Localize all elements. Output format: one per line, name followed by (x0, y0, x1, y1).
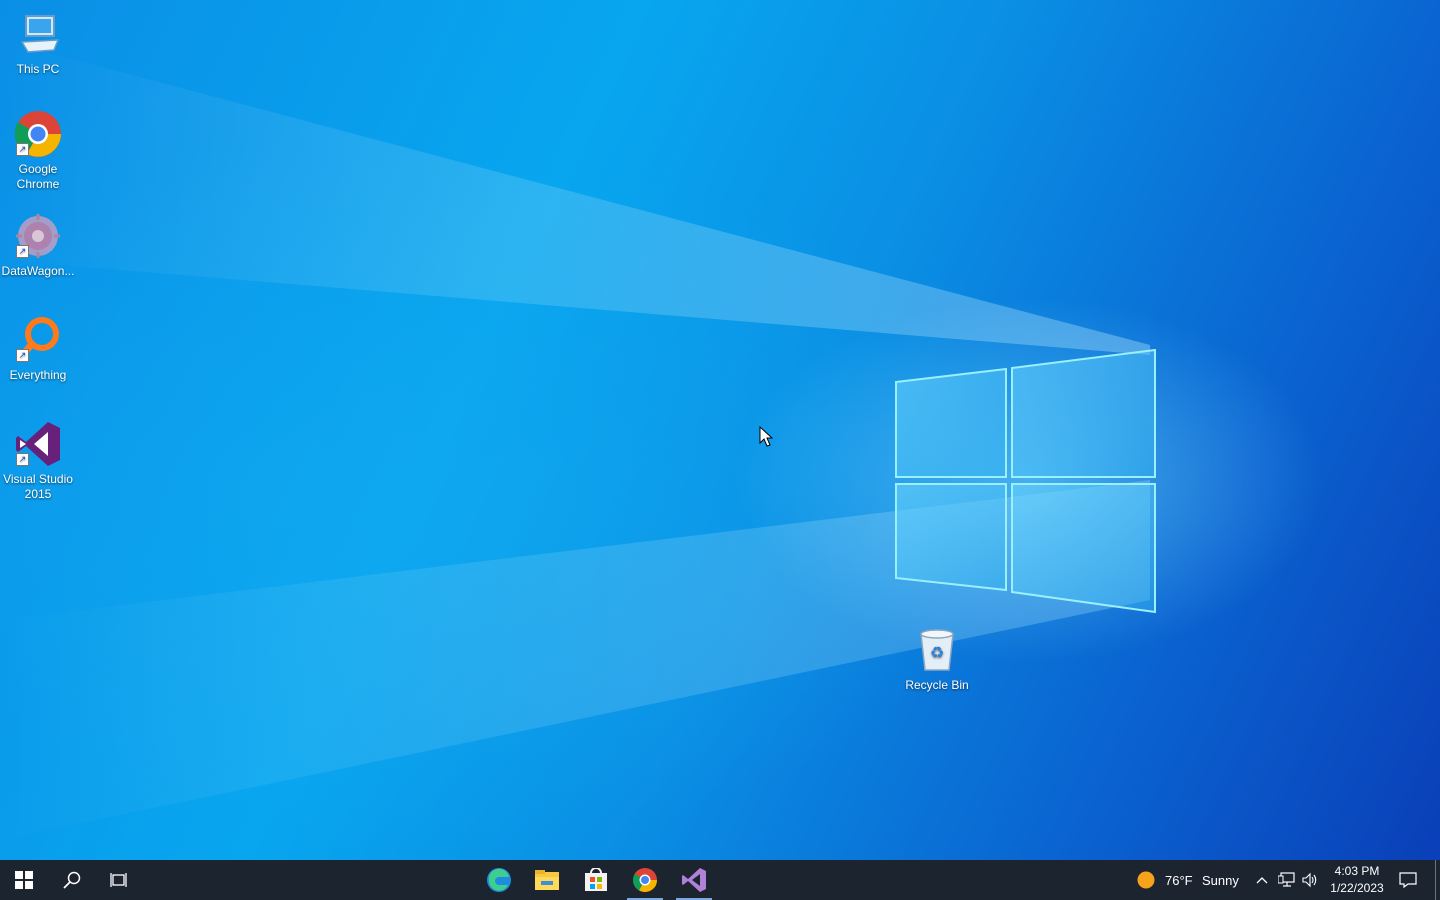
shortcut-arrow-icon: ↗ (16, 453, 29, 466)
windows-start-icon (15, 871, 33, 889)
desktop-icon-datawagon[interactable]: ↗ DataWagon... (0, 212, 76, 279)
taskbar-visual-studio[interactable] (670, 860, 718, 900)
shortcut-arrow-icon: ↗ (16, 245, 29, 258)
taskbar: 76°F Sunny 4:03 PM 1/22/2023 (0, 860, 1440, 900)
action-center-button[interactable] (1392, 860, 1424, 900)
desktop-icon-label: Everything (9, 368, 67, 382)
task-view-icon (110, 873, 127, 887)
volume-button[interactable] (1300, 860, 1320, 900)
chrome-icon: ↗ (14, 110, 62, 158)
volume-icon (1302, 872, 1317, 888)
desktop-icon-label: Google Chrome (16, 162, 60, 191)
desktop-icon-visual-studio[interactable]: ↗ Visual Studio 2015 (0, 420, 76, 502)
show-desktop-button[interactable] (1435, 860, 1440, 900)
network-button[interactable] (1276, 860, 1298, 900)
file-explorer-icon (535, 870, 559, 890)
taskbar-file-explorer[interactable] (523, 860, 571, 900)
desktop-icon-label: DataWagon... (1, 264, 75, 278)
datawagon-icon: ↗ (14, 212, 62, 260)
taskbar-microsoft-store[interactable] (572, 860, 620, 900)
visual-studio-icon (682, 868, 706, 892)
search-button[interactable] (48, 860, 96, 900)
desktop-icon-label: This PC (16, 62, 60, 76)
network-icon (1278, 872, 1295, 887)
clock-time: 4:03 PM (1334, 864, 1380, 878)
desktop-icon-everything[interactable]: ↗ Everything (0, 316, 76, 383)
show-hidden-icons-button[interactable] (1252, 860, 1272, 900)
visual-studio-icon: ↗ (14, 420, 62, 468)
svg-text:♻: ♻ (930, 643, 944, 662)
desktop-icon-recycle-bin[interactable]: ♻ Recycle Bin (899, 626, 975, 693)
weather-condition[interactable]: Sunny (1202, 860, 1239, 900)
sun-icon (1137, 871, 1155, 889)
clock-date: 1/22/2023 (1330, 881, 1384, 895)
task-view-button[interactable] (96, 860, 144, 900)
chevron-up-icon (1256, 877, 1268, 884)
wallpaper-light-beams (0, 40, 1156, 840)
weather-temperature[interactable]: 76°F (1165, 860, 1193, 900)
weather-widget-icon[interactable] (1134, 860, 1158, 900)
taskbar-clock[interactable]: 4:03 PM 1/22/2023 (1326, 863, 1388, 897)
edge-icon (487, 868, 511, 892)
desktop-icon-this-pc[interactable]: This PC (0, 10, 76, 77)
chrome-icon (632, 868, 657, 893)
start-button[interactable] (0, 860, 48, 900)
everything-icon: ↗ (14, 316, 62, 364)
desktop-icon-label: Recycle Bin (905, 678, 969, 692)
desktop-background[interactable]: This PC ↗ Google Chrome ↗ DataWagon... ↗… (0, 0, 1440, 860)
recycle-bin-icon: ♻ (913, 626, 961, 674)
store-icon (585, 868, 607, 891)
desktop-icon-google-chrome[interactable]: ↗ Google Chrome (0, 110, 76, 192)
this-pc-icon (14, 10, 62, 58)
search-icon (63, 871, 81, 889)
shortcut-arrow-icon: ↗ (16, 349, 29, 362)
desktop-icon-label: Visual Studio 2015 (3, 472, 73, 501)
mouse-cursor-icon (759, 426, 774, 447)
action-center-icon (1399, 872, 1417, 888)
shortcut-arrow-icon: ↗ (16, 143, 29, 156)
taskbar-google-chrome[interactable] (621, 860, 669, 900)
taskbar-edge[interactable] (475, 860, 523, 900)
